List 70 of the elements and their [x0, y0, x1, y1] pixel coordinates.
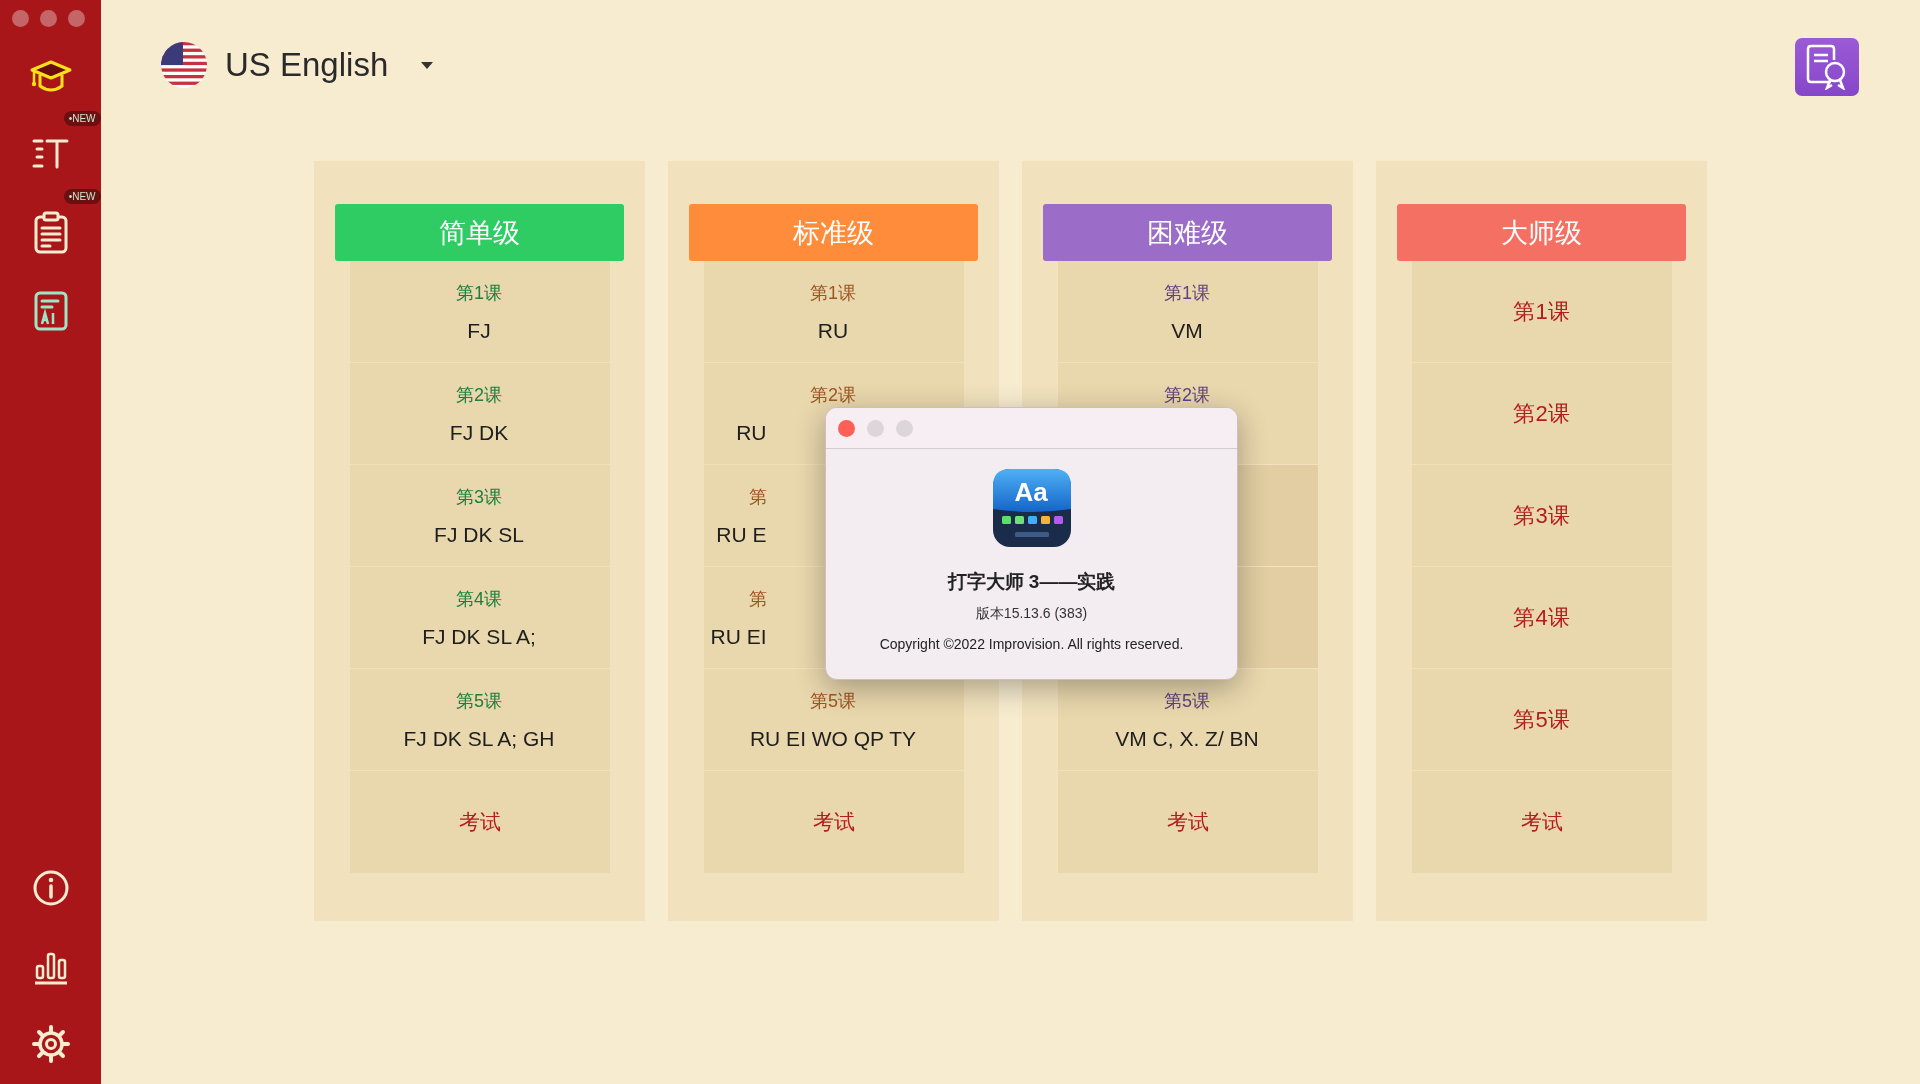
lesson-number: 第2课: [1513, 399, 1570, 428]
exam-card[interactable]: 考试: [1057, 771, 1318, 873]
new-badge: •NEW: [63, 189, 101, 204]
lesson-card[interactable]: 第1课 RU: [703, 261, 964, 363]
lesson-card[interactable]: 第5课 FJ DK SL A; GH: [349, 669, 610, 771]
lesson-keys: FJ DK SL A;: [422, 625, 536, 649]
exam-card[interactable]: 考试: [703, 771, 964, 873]
lesson-number: 第1课: [456, 282, 502, 305]
lesson-card[interactable]: 第4课 FJ DK SL A;: [349, 567, 610, 669]
lesson-number: 第: [748, 486, 767, 509]
lesson-number: 第5课: [810, 690, 856, 713]
lesson-keys: RU E: [716, 523, 767, 547]
lesson-keys: RU: [736, 421, 767, 445]
lesson-card[interactable]: 第2课 FJ DK: [349, 363, 610, 465]
window-control-dot[interactable]: [68, 10, 85, 27]
lesson-number: 第5课: [1164, 690, 1210, 713]
lesson-card[interactable]: 第5课: [1411, 669, 1672, 771]
exam-label: 考试: [1166, 809, 1209, 835]
lesson-number: 第3课: [456, 486, 502, 509]
caret-icon: [420, 60, 435, 70]
lesson-card[interactable]: 第3课: [1411, 465, 1672, 567]
lesson-number: 第1课: [810, 282, 856, 305]
lesson-number: 第4课: [456, 588, 502, 611]
language-selector[interactable]: US English: [161, 38, 435, 88]
app-icon: Aa: [992, 469, 1071, 547]
level-header[interactable]: 大师级: [1397, 204, 1686, 261]
window-control-dot[interactable]: [40, 10, 57, 27]
lesson-keys: RU EI: [710, 625, 767, 649]
lesson-keys: FJ DK: [449, 421, 509, 445]
lesson-card[interactable]: 第4课: [1411, 567, 1672, 669]
new-badge: •NEW: [63, 111, 101, 126]
lesson-number: 第5课: [456, 690, 502, 713]
lesson-number: 第1课: [1513, 297, 1570, 326]
lesson-keys: VM C, X. Z/ BN: [1115, 727, 1259, 751]
lesson-keys: RU: [817, 319, 849, 343]
lesson-number: 第2课: [1164, 384, 1210, 407]
lesson-card[interactable]: 第3课 FJ DK SL: [349, 465, 610, 567]
lesson-card[interactable]: 第1课 VM: [1057, 261, 1318, 363]
lesson-number: 第: [748, 588, 767, 611]
lesson-card[interactable]: 第1课 FJ: [349, 261, 610, 363]
lesson-number: 第5课: [1513, 705, 1570, 734]
lesson-number: 第1课: [1164, 282, 1210, 305]
lesson-card[interactable]: 第5课 VM C, X. Z/ BN: [1057, 669, 1318, 771]
certificate-button[interactable]: [1795, 38, 1859, 96]
lesson-number: 第2课: [810, 384, 856, 407]
lesson-card[interactable]: 第2课: [1411, 363, 1672, 465]
us-flag-icon: [161, 42, 207, 88]
lesson-number: 第4课: [1513, 603, 1570, 632]
ai-document-icon: [32, 290, 69, 332]
close-button[interactable]: [838, 419, 855, 437]
exam-label: 考试: [1520, 809, 1563, 835]
lesson-keys: RU EI WO QP TY: [749, 727, 917, 751]
lesson-keys: FJ: [467, 319, 491, 343]
exam-label: 考试: [812, 809, 855, 835]
lesson-card[interactable]: 第5课 RU EI WO QP TY: [703, 669, 964, 771]
level-header[interactable]: 困难级: [1043, 204, 1332, 261]
version-text: 版本15.13.6 (383): [975, 605, 1088, 623]
lesson-number: 第3课: [1513, 501, 1570, 530]
lesson-card[interactable]: 第1课: [1411, 261, 1672, 363]
exam-card[interactable]: 考试: [349, 771, 610, 873]
settings-icon[interactable]: [30, 1024, 71, 1064]
exam-card[interactable]: 考试: [1411, 771, 1672, 873]
window-control-dot[interactable]: [12, 10, 29, 27]
exam-label: 考试: [458, 809, 501, 835]
lesson-keys: FJ DK SL: [434, 523, 524, 547]
lesson-keys: FJ DK SL A; GH: [403, 727, 555, 751]
app-name: 打字大师 3——实践: [947, 570, 1116, 594]
copyright-text: Copyright ©2022 Improvision. All rights reserved.: [879, 636, 1184, 652]
lesson-keys: VM: [1171, 319, 1203, 343]
lesson-number: 第2课: [456, 384, 502, 407]
